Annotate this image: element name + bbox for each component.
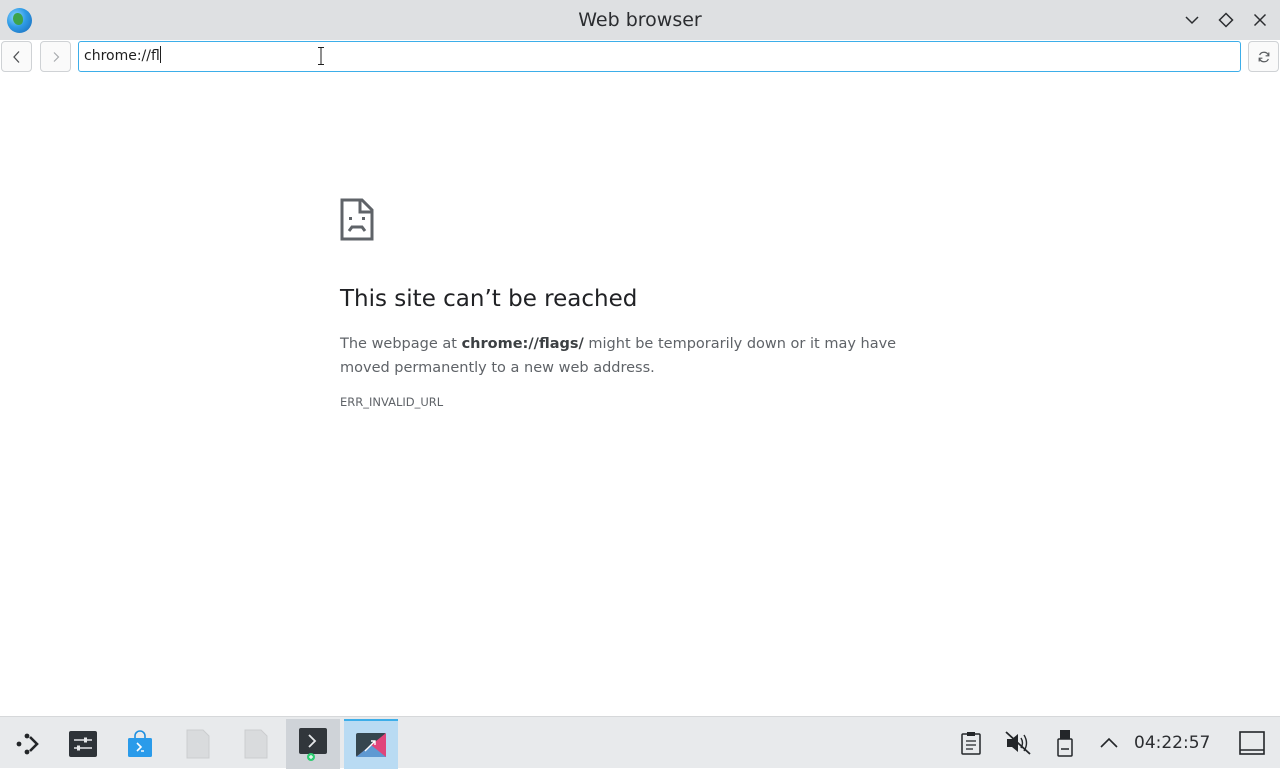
taskbar-app-file-1[interactable] <box>171 719 225 769</box>
store-bag-icon <box>128 730 152 757</box>
expand-tray-button[interactable] <box>1093 727 1125 759</box>
blank-file-icon <box>186 729 210 759</box>
terminal-icon <box>299 728 327 761</box>
removable-devices-button[interactable] <box>1049 727 1081 759</box>
taskbar: 04:22:57 <box>0 716 1280 769</box>
application-launcher-button[interactable] <box>0 719 54 769</box>
error-description: The webpage at chrome://flags/ might be … <box>340 332 950 380</box>
reload-icon <box>1258 51 1269 62</box>
taskbar-app-software-store[interactable] <box>113 719 167 769</box>
removable-device-icon <box>1057 730 1073 757</box>
show-desktop-icon <box>1239 731 1265 755</box>
clock[interactable]: 04:22:57 <box>1134 733 1210 753</box>
volume-button[interactable] <box>1002 727 1034 759</box>
minimize-button[interactable] <box>1180 8 1204 32</box>
close-button[interactable] <box>1248 8 1272 32</box>
title-bar: Web browser <box>0 0 1280 40</box>
window-title: Web browser <box>578 9 702 31</box>
application-launcher-icon <box>16 733 39 755</box>
clipboard-icon <box>961 732 981 755</box>
back-button[interactable] <box>1 41 32 72</box>
ibeam-cursor-icon <box>318 47 324 65</box>
page-content: This site can’t be reached The webpage a… <box>0 80 1280 716</box>
error-code: ERR_INVALID_URL <box>340 395 444 409</box>
blank-file-icon <box>244 729 268 759</box>
text-caret <box>159 46 161 63</box>
forward-button[interactable] <box>40 41 71 72</box>
minimize-icon <box>1185 16 1199 25</box>
url-input[interactable]: chrome://fl <box>78 41 1241 72</box>
chevron-right-icon <box>53 51 59 62</box>
taskbar-app-system-settings[interactable] <box>56 719 110 769</box>
volume-muted-icon <box>1005 731 1031 755</box>
maximize-button[interactable] <box>1214 8 1238 32</box>
settings-sliders-icon <box>69 731 97 757</box>
close-icon <box>1253 13 1267 27</box>
chevron-left-icon <box>12 50 19 63</box>
clipboard-button[interactable] <box>955 727 987 759</box>
browser-icon <box>356 733 386 757</box>
expand-tray-icon <box>1100 737 1118 748</box>
browser-toolbar: chrome://fl <box>0 40 1280 76</box>
maximize-icon <box>1218 12 1234 28</box>
taskbar-app-web-browser[interactable] <box>344 719 398 769</box>
error-title: This site can’t be reached <box>340 286 638 312</box>
taskbar-app-file-2[interactable] <box>229 719 283 769</box>
show-desktop-button[interactable] <box>1236 727 1268 759</box>
error-text-before: The webpage at <box>340 336 462 352</box>
error-url: chrome://flags/ <box>461 336 584 352</box>
reload-button[interactable] <box>1248 41 1279 72</box>
sad-page-icon <box>340 198 374 241</box>
taskbar-app-terminal[interactable] <box>286 719 340 769</box>
url-text: chrome://fl <box>84 48 160 64</box>
